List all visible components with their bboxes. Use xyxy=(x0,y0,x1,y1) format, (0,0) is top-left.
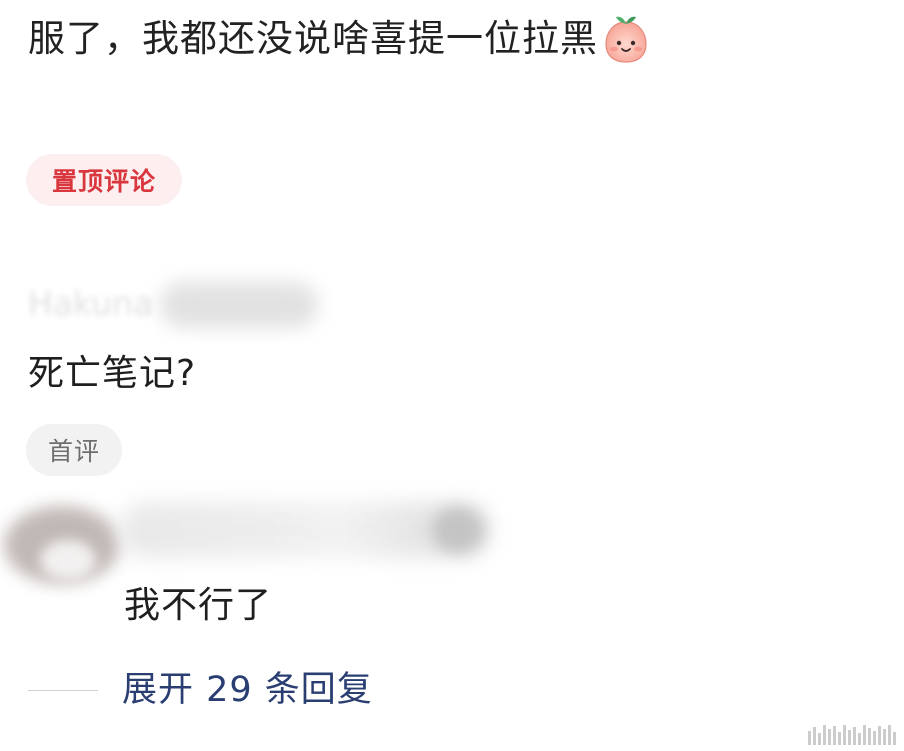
comment-username[interactable]: Hakuna xyxy=(28,283,153,325)
username-redaction xyxy=(160,282,318,328)
pinned-comment-label: 置顶评论 xyxy=(51,167,156,196)
reply-avatar-highlight xyxy=(40,540,96,580)
first-comment-label: 首评 xyxy=(47,437,100,466)
pinned-comment-badge: 置顶评论 xyxy=(26,154,182,206)
reply-text: 我不行了 xyxy=(124,585,273,626)
expand-replies-link[interactable]: 展开 29 条回复 xyxy=(122,666,373,714)
post-text-row: 服了，我都还没说啥喜提一位拉黑 xyxy=(28,14,650,64)
expand-divider xyxy=(28,690,98,691)
comment-text: 死亡笔记? xyxy=(28,353,197,394)
reply-redaction-dot xyxy=(432,508,482,552)
first-comment-badge: 首评 xyxy=(26,424,122,476)
watermark-bars xyxy=(808,725,896,745)
post-text: 服了，我都还没说啥喜提一位拉黑 xyxy=(28,17,598,60)
peach-face-icon xyxy=(605,16,647,63)
